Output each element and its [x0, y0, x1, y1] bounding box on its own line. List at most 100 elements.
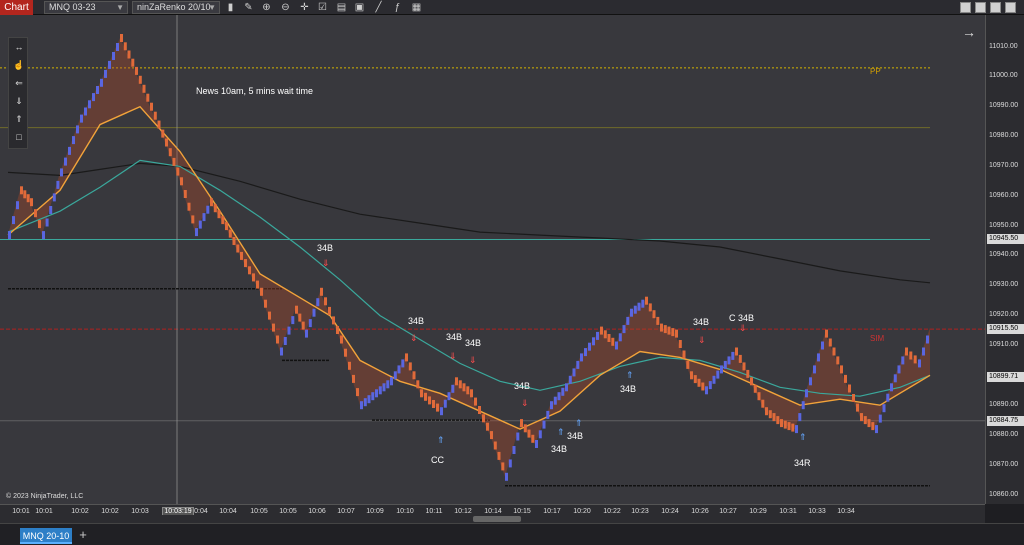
close-button[interactable]	[1005, 2, 1016, 13]
time-tick: 10:01	[12, 508, 30, 515]
renko-bar	[474, 397, 477, 406]
signal-label: 34B	[620, 384, 637, 394]
price-tick: 10970.00	[989, 162, 1019, 169]
bars-icon[interactable]: ▮	[224, 1, 237, 14]
renko-bar	[508, 459, 512, 468]
renko-bar	[16, 201, 19, 210]
renko-bar	[308, 319, 312, 328]
scrollbar-thumb[interactable]	[473, 516, 521, 522]
signal-label: 34B	[465, 338, 482, 348]
arrow-up-tool[interactable]: ⇑	[9, 110, 29, 128]
measure-tool[interactable]: ↔	[9, 38, 29, 56]
renko-bar	[146, 93, 150, 102]
renko-bar	[451, 384, 455, 393]
renko-bar	[817, 353, 820, 362]
renko-bar	[512, 446, 516, 454]
renko-bar	[131, 58, 135, 67]
renko-bar	[913, 355, 917, 364]
renko-bar	[735, 347, 738, 356]
renko-bar	[320, 287, 323, 296]
renko-bar	[592, 337, 595, 346]
pencil-icon[interactable]: ✎	[242, 1, 255, 14]
renko-bar	[280, 347, 283, 356]
time-tick: 10:20	[573, 508, 591, 515]
arrow-down-tool[interactable]: ⇓	[9, 92, 29, 110]
fast-ema-line	[7, 105, 931, 430]
zoom-in-icon[interactable]: ⊕	[260, 1, 273, 14]
minimize-button[interactable]	[960, 2, 971, 13]
zoom-out-icon[interactable]: ⊖	[279, 1, 292, 14]
arrow-left-tool[interactable]: ⇐	[9, 74, 29, 92]
renko-bar	[561, 387, 565, 396]
instrument-select[interactable]: MNQ 03-23 ▼	[44, 1, 128, 14]
templates-icon[interactable]: ▣	[353, 1, 366, 14]
renko-bar	[828, 338, 832, 347]
time-tick: 10:05	[279, 508, 297, 515]
renko-bar	[393, 371, 397, 380]
renko-bar	[264, 299, 267, 308]
renko-bar	[568, 375, 572, 384]
renko-bar	[84, 107, 87, 116]
restore-button[interactable]	[975, 2, 986, 13]
renko-bar	[897, 365, 901, 374]
drawing-icon[interactable]: ╱	[372, 1, 385, 14]
renko-bar	[436, 403, 439, 412]
renko-bar	[648, 303, 652, 312]
renko-bar	[378, 386, 382, 395]
chart-plot-area[interactable]	[0, 15, 985, 504]
add-tab-button[interactable]: +	[76, 527, 90, 543]
renko-bar	[501, 462, 505, 471]
renko-bar	[96, 86, 99, 94]
renko-bar	[520, 419, 523, 428]
buy-arrow-icon: ⇑	[626, 370, 634, 380]
signal-label: 34B	[551, 444, 568, 454]
maximize-button[interactable]	[990, 2, 1001, 13]
renko-bar	[580, 353, 583, 362]
renko-bar	[291, 316, 295, 325]
renko-bar	[52, 193, 56, 202]
renko-bar	[260, 287, 263, 296]
renko-bar	[505, 472, 508, 481]
renko-bar	[455, 377, 458, 386]
chart-window-label[interactable]: Chart	[0, 0, 33, 15]
renko-bar	[825, 329, 828, 338]
horizontal-scrollbar[interactable]	[0, 515, 985, 523]
renko-bar	[761, 399, 765, 408]
renko-bar	[38, 220, 41, 229]
time-tick: 10:04	[219, 508, 237, 515]
renko-bar	[80, 114, 83, 123]
renko-bar	[909, 351, 913, 360]
time-tick: 10:03	[131, 508, 149, 515]
renko-bar	[607, 334, 611, 342]
renko-bar	[202, 213, 206, 222]
renko-bar	[256, 280, 259, 289]
renko-bar	[367, 395, 371, 404]
buy-arrow-icon: ⇑	[557, 427, 565, 437]
indicators-icon[interactable]: ƒ	[391, 1, 404, 14]
renko-bar	[138, 75, 142, 84]
price-tick: 10870.00	[989, 461, 1019, 468]
renko-bar	[12, 216, 15, 225]
navigate-right-icon[interactable]: →	[962, 24, 976, 40]
renko-bar	[352, 374, 355, 383]
renko-bar	[584, 348, 587, 357]
renko-bar	[42, 231, 45, 240]
renko-bar	[68, 146, 71, 155]
tab-mnq-20-10[interactable]: MNQ 20-10	[20, 528, 72, 544]
renko-bar	[332, 316, 335, 325]
price-axis[interactable]: 11010.00 11000.00 10990.00 10980.00 1097…	[985, 15, 1024, 504]
pointer-tool[interactable]: ☝	[9, 56, 29, 74]
rectangle-tool[interactable]: □	[9, 128, 29, 146]
renko-bar	[588, 342, 591, 351]
signal-label: 34B	[514, 381, 531, 391]
renko-bar	[875, 425, 878, 434]
strategies-icon[interactable]: ▤	[335, 1, 348, 14]
renko-bar	[443, 399, 447, 408]
crosshair-icon[interactable]: ✛	[298, 1, 311, 14]
renko-bar	[523, 424, 527, 433]
renko-bar	[603, 330, 607, 339]
properties-icon[interactable]: ☑	[316, 1, 329, 14]
renko-bar	[108, 60, 111, 69]
bar-type-select[interactable]: ninZaRenko 20/10 ▼	[132, 1, 220, 14]
data-box-icon[interactable]: ▦	[410, 1, 423, 14]
